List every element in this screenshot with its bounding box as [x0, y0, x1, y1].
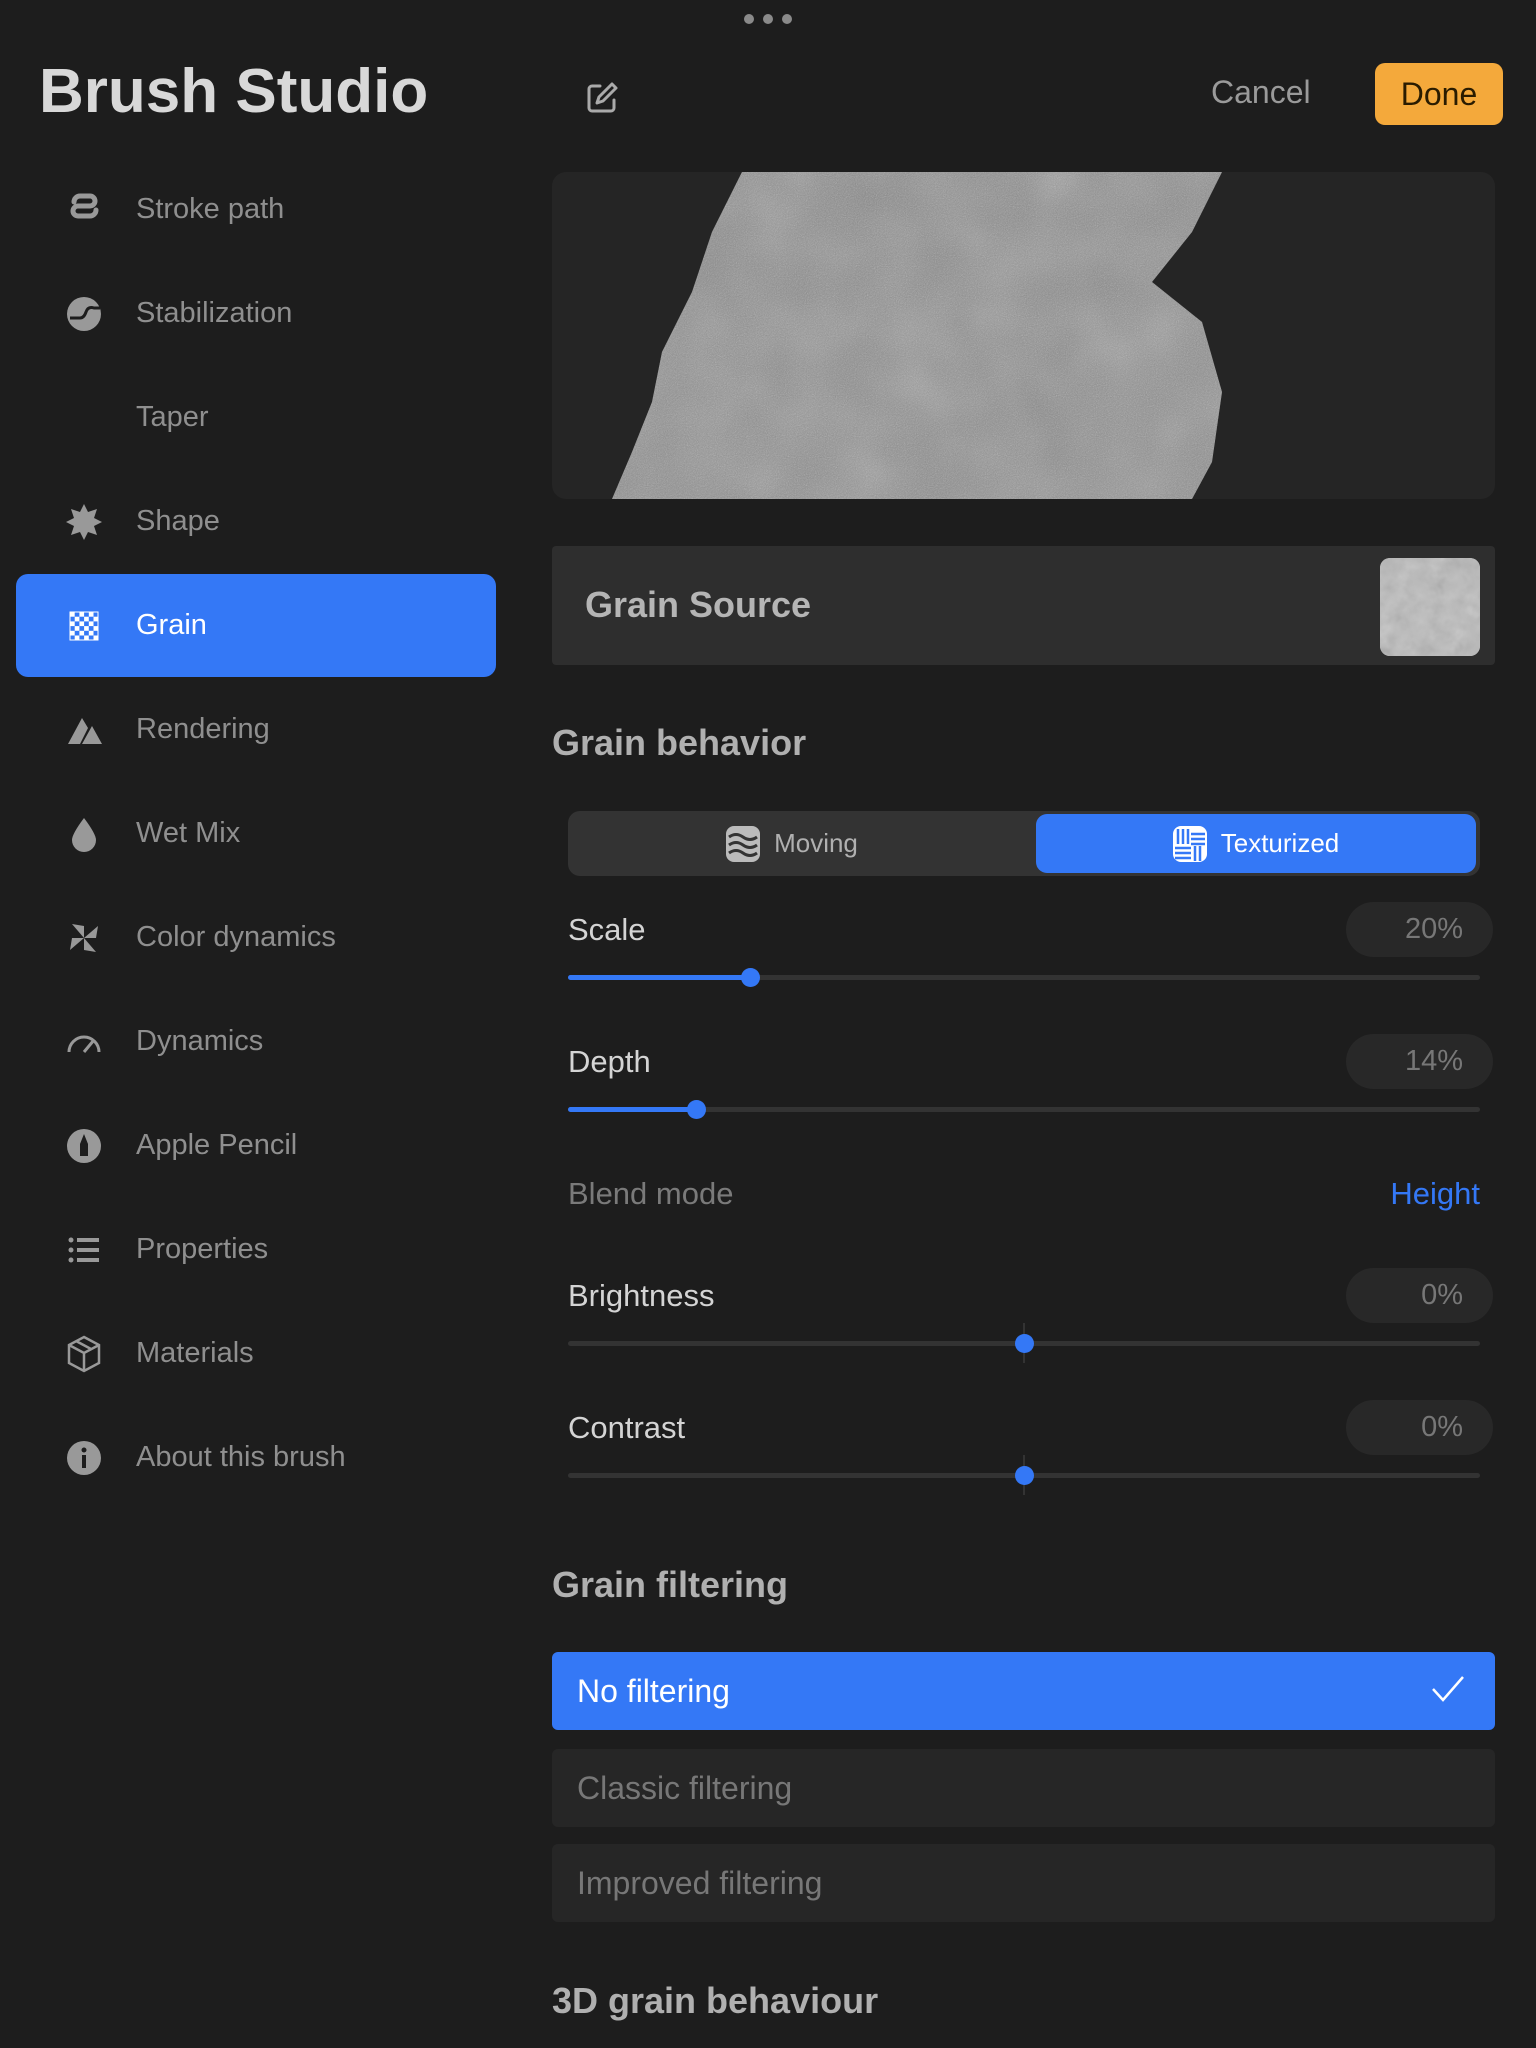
brightness-value[interactable]: 0%	[1346, 1268, 1493, 1323]
page-title: Brush Studio	[39, 57, 429, 126]
apple-pencil-icon	[64, 1126, 104, 1166]
contrast-value[interactable]: 0%	[1346, 1400, 1493, 1455]
sidebar-item-wet-mix[interactable]: Wet Mix	[16, 782, 496, 885]
done-button[interactable]: Done	[1375, 63, 1503, 125]
color-dynamics-icon	[64, 918, 104, 958]
sidebar-item-apple-pencil[interactable]: Apple Pencil	[16, 1094, 496, 1197]
sidebar-item-label: About this brush	[136, 1441, 346, 1473]
sidebar-item-label: Apple Pencil	[136, 1129, 298, 1161]
depth-label: Depth	[568, 1044, 651, 1079]
brush-preview[interactable]	[552, 172, 1495, 499]
blend-mode-value[interactable]: Height	[1390, 1176, 1480, 1212]
sidebar-item-color-dynamics[interactable]: Color dynamics	[16, 886, 496, 989]
sidebar-item-about-this-brush[interactable]: About this brush	[16, 1406, 496, 1509]
filter-option-label: Classic filtering	[577, 1769, 793, 1806]
taper-icon	[64, 398, 104, 438]
sidebar-item-label: Stabilization	[136, 297, 293, 329]
stroke-path-icon	[64, 190, 104, 230]
sidebar-item-materials[interactable]: Materials	[16, 1302, 496, 1405]
brightness-label: Brightness	[568, 1278, 715, 1313]
grain-source-thumbnail[interactable]	[1380, 558, 1480, 656]
sidebar-item-stroke-path[interactable]: Stroke path	[16, 158, 496, 261]
sidebar-item-rendering[interactable]: Rendering	[16, 678, 496, 781]
rendering-icon	[64, 710, 104, 750]
sidebar-item-stabilization[interactable]: Stabilization	[16, 262, 496, 365]
filter-option-classic[interactable]: Classic filtering	[552, 1749, 1495, 1827]
sidebar-item-properties[interactable]: Properties	[16, 1198, 496, 1301]
grain-behavior-heading: Grain behavior	[552, 722, 807, 763]
depth-slider[interactable]	[568, 1100, 1480, 1119]
slider-thumb[interactable]	[1015, 1334, 1034, 1353]
scale-label: Scale	[568, 912, 646, 947]
wet-mix-icon	[64, 814, 104, 854]
sidebar-item-dynamics[interactable]: Dynamics	[16, 990, 496, 1093]
mode-texturized-label: Texturized	[1220, 828, 1340, 858]
edit-icon[interactable]	[584, 80, 620, 116]
scale-value[interactable]: 20%	[1346, 902, 1493, 957]
sidebar-item-label: Wet Mix	[136, 817, 241, 849]
grain-icon	[64, 606, 104, 646]
mode-moving[interactable]: Moving	[572, 814, 1012, 873]
slider-thumb[interactable]	[1015, 1466, 1034, 1485]
sidebar-item-label: Rendering	[136, 713, 270, 745]
grain-filtering-heading: Grain filtering	[552, 1564, 789, 1605]
scale-slider[interactable]	[568, 968, 1480, 987]
mode-texturized[interactable]: Texturized	[1036, 814, 1476, 873]
info-icon	[64, 1438, 104, 1478]
checkmark-icon	[1432, 1676, 1464, 1702]
more-options-handle[interactable]	[744, 12, 792, 26]
sidebar-item-label: Properties	[136, 1233, 269, 1265]
shape-icon	[64, 502, 104, 542]
cancel-button[interactable]: Cancel	[1211, 74, 1311, 111]
grain-source-label: Grain Source	[585, 584, 812, 625]
waves-icon	[726, 825, 761, 862]
filter-option-none[interactable]: No filtering	[552, 1652, 1495, 1730]
materials-icon	[64, 1334, 104, 1374]
filter-option-improved[interactable]: Improved filtering	[552, 1844, 1495, 1922]
stabilization-icon	[64, 294, 104, 334]
grain-3d-heading: 3D grain behaviour	[552, 1980, 879, 2021]
sidebar-item-label: Shape	[136, 505, 220, 537]
sidebar-item-label: Dynamics	[136, 1025, 264, 1057]
sidebar-item-shape[interactable]: Shape	[16, 470, 496, 573]
sidebar-item-label: Taper	[136, 401, 209, 433]
filter-option-label: Improved filtering	[577, 1864, 823, 1901]
mode-moving-label: Moving	[774, 828, 858, 858]
slider-thumb[interactable]	[741, 968, 761, 987]
dynamics-icon	[64, 1022, 104, 1062]
contrast-label: Contrast	[568, 1410, 686, 1445]
sidebar-item-grain[interactable]: Grain	[16, 574, 496, 677]
texture-icon	[1172, 825, 1207, 862]
slider-thumb[interactable]	[686, 1100, 706, 1119]
sidebar-item-label: Grain	[136, 609, 207, 641]
sidebar-item-label: Color dynamics	[136, 921, 336, 953]
slider-fill	[568, 1107, 696, 1112]
properties-icon	[64, 1230, 104, 1270]
sidebar-item-label: Stroke path	[136, 193, 285, 225]
slider-fill	[568, 975, 751, 980]
contrast-slider[interactable]	[568, 1455, 1480, 1495]
grain-mode-segmented-control[interactable]: Moving Texturized	[568, 811, 1480, 876]
brightness-slider[interactable]	[568, 1323, 1480, 1363]
depth-value[interactable]: 14%	[1346, 1034, 1493, 1089]
blend-mode-label: Blend mode	[568, 1176, 734, 1211]
filter-option-label: No filtering	[577, 1672, 730, 1709]
sidebar-item-taper[interactable]: Taper	[16, 366, 496, 469]
sidebar-item-label: Materials	[136, 1337, 254, 1369]
grain-source-row[interactable]: Grain Source	[552, 546, 1495, 665]
